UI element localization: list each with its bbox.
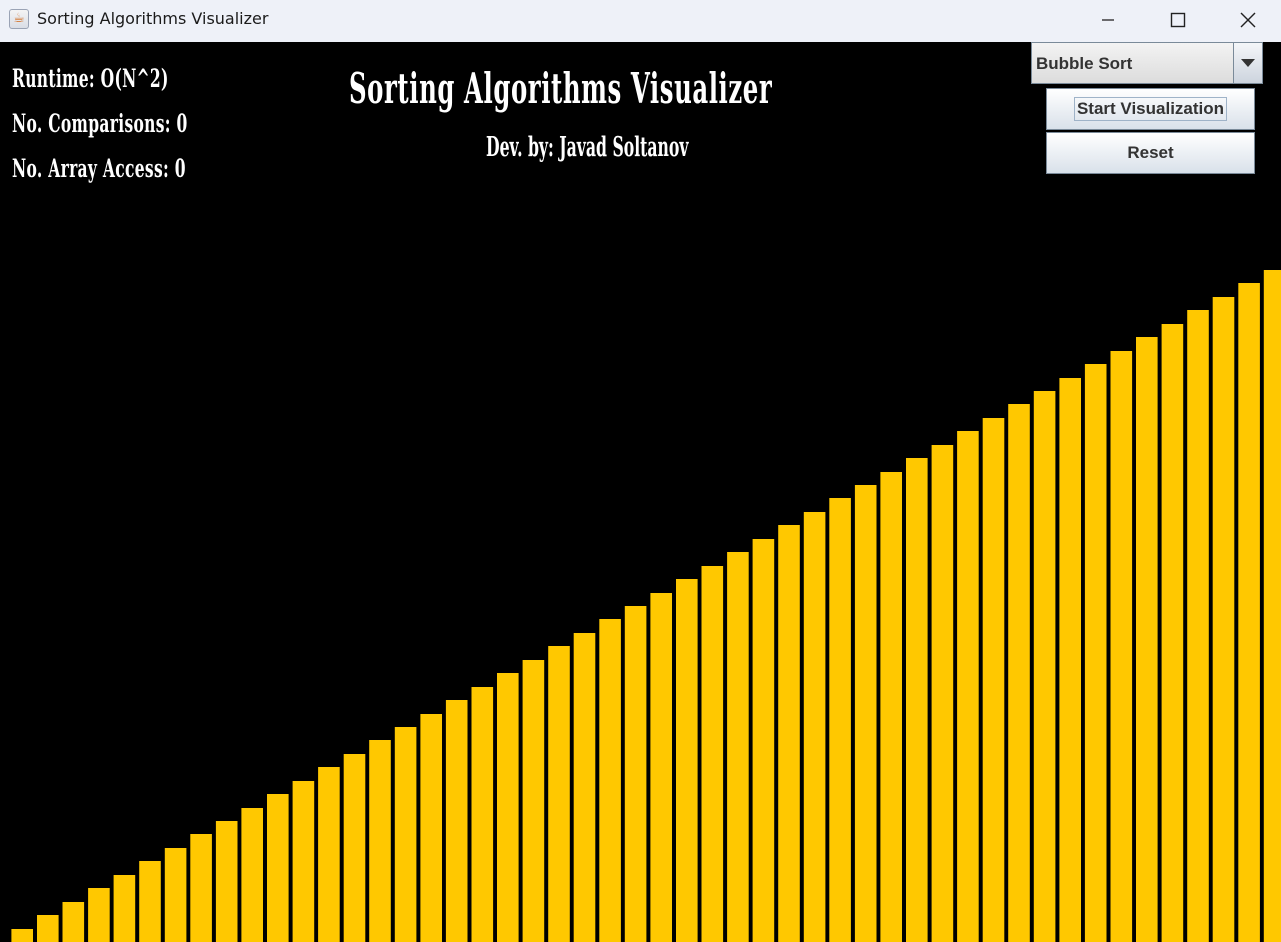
array-bar — [1187, 310, 1209, 942]
java-app-icon: ☕ — [9, 9, 29, 29]
minimize-button[interactable] — [1073, 0, 1143, 40]
array-bar — [318, 767, 340, 942]
array-bar — [394, 727, 417, 942]
array-bar — [445, 700, 468, 942]
close-icon — [1240, 12, 1256, 28]
array-bar — [37, 915, 59, 942]
bar-chart — [11, 270, 1281, 942]
array-bar — [1238, 283, 1260, 942]
start-visualization-button[interactable]: Start Visualization — [1046, 88, 1255, 130]
array-bar — [1059, 378, 1081, 942]
reset-button[interactable]: Reset — [1046, 132, 1255, 174]
array-bar — [931, 445, 954, 942]
maximize-icon — [1170, 12, 1186, 28]
array-bar — [829, 498, 851, 942]
array-access-label: No. Array Access: 0 — [12, 154, 186, 183]
array-bar — [803, 512, 826, 942]
chevron-down-icon — [1241, 59, 1255, 67]
array-bar — [292, 781, 315, 942]
maximize-button[interactable] — [1143, 0, 1213, 40]
array-bar — [1212, 297, 1235, 942]
array-bar — [497, 673, 519, 942]
array-bar — [727, 552, 749, 942]
array-bar — [139, 861, 161, 942]
array-bar — [1263, 270, 1281, 942]
reset-label: Reset — [1127, 143, 1174, 162]
array-bar — [854, 485, 877, 942]
array-bar — [267, 794, 289, 942]
array-bar — [62, 902, 85, 942]
array-bar — [599, 619, 621, 942]
runtime-label: Runtime: O(N^2) — [12, 64, 169, 93]
array-bar — [624, 606, 647, 942]
array-bar — [1008, 404, 1030, 942]
array-bar — [1084, 364, 1107, 942]
array-bar — [420, 714, 442, 942]
window-title: Sorting Algorithms Visualizer — [37, 9, 269, 28]
array-bar — [880, 472, 902, 942]
array-bar — [701, 566, 724, 942]
algorithm-select-value: Bubble Sort — [1036, 54, 1133, 73]
array-bar — [1161, 324, 1184, 942]
visualizer-canvas: Runtime: O(N^2) No. Comparisons: 0 No. A… — [0, 42, 1281, 942]
array-bar — [650, 593, 672, 942]
dropdown-arrow-button[interactable] — [1233, 43, 1262, 83]
array-bar — [241, 808, 263, 942]
array-bar — [522, 660, 545, 942]
array-bar — [471, 687, 494, 942]
array-bar — [164, 848, 187, 942]
array-bar — [752, 539, 775, 942]
array-bar — [113, 875, 136, 942]
comparisons-label: No. Comparisons: 0 — [12, 109, 188, 138]
array-bar — [1033, 391, 1056, 942]
array-bar — [548, 646, 570, 942]
array-bar — [11, 929, 33, 942]
minimize-icon — [1102, 19, 1114, 21]
array-bar — [1110, 351, 1133, 942]
array-bar — [573, 633, 596, 942]
array-bar — [369, 740, 391, 942]
array-bar — [343, 754, 366, 942]
array-bar — [957, 431, 979, 942]
page-title: Sorting Algorithms Visualizer — [349, 64, 773, 113]
array-bar — [1136, 337, 1158, 942]
developer-credit: Dev. by: Javad Soltanov — [486, 132, 689, 163]
start-visualization-label: Start Visualization — [1073, 97, 1228, 121]
array-bar — [215, 821, 238, 942]
algorithm-select[interactable]: Bubble Sort — [1031, 42, 1263, 84]
close-button[interactable] — [1213, 0, 1281, 40]
array-bar — [906, 458, 928, 942]
array-bar — [190, 834, 212, 942]
array-bar — [982, 418, 1005, 942]
array-bar — [778, 525, 800, 942]
array-bar — [88, 888, 110, 942]
array-bar — [676, 579, 698, 942]
window-titlebar: ☕ Sorting Algorithms Visualizer — [0, 0, 1281, 43]
